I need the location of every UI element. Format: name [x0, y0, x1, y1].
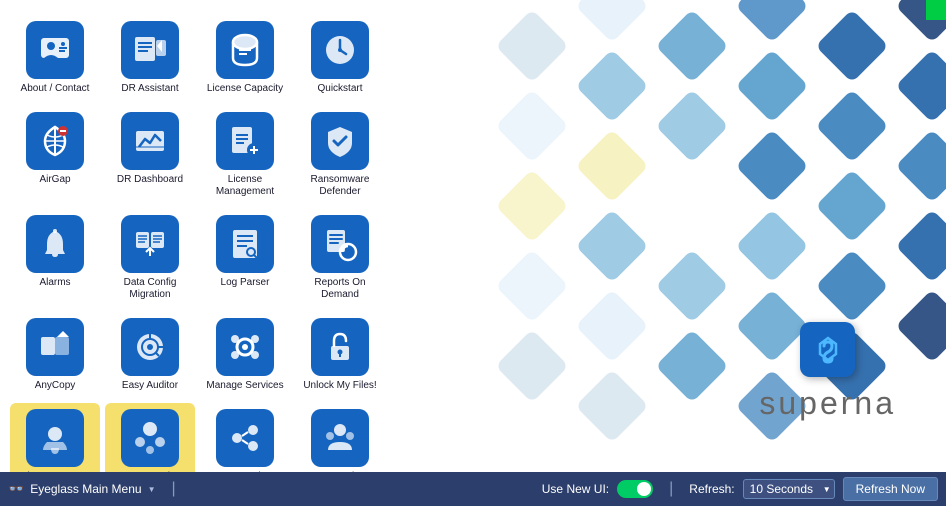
menu-item-quickstart[interactable]: Quickstart — [295, 15, 385, 101]
menu-item-ransomware-defender[interactable]: Ransomware Defender — [295, 106, 385, 204]
menu-label-license-capacity: License Capacity — [207, 83, 283, 95]
menu-label-quickstart: Quickstart — [317, 83, 362, 95]
menu-grid: About / Contact DR Assistant License Cap… — [5, 10, 405, 472]
superna-name: superna — [759, 385, 896, 422]
menu-label-log-parser: Log Parser — [221, 277, 270, 289]
menu-item-manage-services[interactable]: Manage Services — [200, 312, 290, 398]
menu-item-reports-on-demand[interactable]: Reports On Demand — [295, 209, 385, 307]
menu-label-data-config-migration: Data Config Migration — [109, 277, 191, 301]
superna-logo-icon — [800, 322, 855, 377]
dropdown-arrow-icon: ▼ — [148, 485, 156, 494]
menu-label-alarms: Alarms — [39, 277, 70, 289]
menu-item-easy-auditor[interactable]: Easy Auditor — [105, 312, 195, 398]
menu-label-airgap: AirGap — [39, 174, 70, 186]
green-badge — [926, 0, 946, 20]
menu-item-airgap[interactable]: AirGap — [10, 106, 100, 204]
bottom-bar: 👓 Eyeglass Main Menu ▼ | Use New UI: | R… — [0, 472, 946, 506]
menu-item-cluster-storage-usage[interactable]: Cluster Storage Usage — [10, 403, 100, 472]
right-panel: .dm { transform-origin: center center; } — [410, 0, 946, 472]
menu-item-license-management[interactable]: License Management — [200, 106, 290, 204]
menu-label-dr-assistant: DR Assistant — [121, 83, 178, 95]
left-panel: About / Contact DR Assistant License Cap… — [0, 0, 410, 472]
menu-item-unlock-my-files[interactable]: Unlock My Files! — [295, 312, 385, 398]
menu-label-anycopy: AnyCopy — [35, 380, 76, 392]
menu-label-reports-on-demand: Reports On Demand — [299, 277, 381, 301]
menu-label-easy-auditor: Easy Auditor — [122, 380, 178, 392]
menu-item-dr-dashboard[interactable]: DR Dashboard — [105, 106, 195, 204]
menu-item-user-roles[interactable]: User Roles — [295, 403, 385, 472]
glasses-icon: 👓 — [8, 481, 24, 497]
menu-label-unlock-my-files: Unlock My Files! — [303, 380, 376, 392]
menu-item-about-contact[interactable]: About / Contact — [10, 15, 100, 101]
menu-label-manage-services: Manage Services — [206, 380, 283, 392]
main-menu-label: Eyeglass Main Menu — [30, 482, 141, 496]
menu-item-anycopy[interactable]: AnyCopy — [10, 312, 100, 398]
menu-item-log-parser[interactable]: Log Parser — [200, 209, 290, 307]
use-new-ui-toggle[interactable] — [617, 480, 653, 498]
menu-item-data-config-migration[interactable]: Data Config Migration — [105, 209, 195, 307]
menu-label-license-management: License Management — [204, 174, 286, 198]
menu-item-dr-assistant[interactable]: DR Assistant — [105, 15, 195, 101]
main-menu-button[interactable]: 👓 Eyeglass Main Menu ▼ — [8, 481, 156, 497]
menu-label-about-contact: About / Contact — [21, 83, 90, 95]
menu-item-alarms[interactable]: Alarms — [10, 209, 100, 307]
superna-branding: superna — [759, 322, 896, 422]
menu-item-license-capacity[interactable]: License Capacity — [200, 15, 290, 101]
menu-item-inventory-view[interactable]: Inventory View — [105, 403, 195, 472]
refresh-label: Refresh: — [689, 482, 734, 496]
separator-1: | — [172, 480, 176, 498]
menu-label-dr-dashboard: DR Dashboard — [117, 174, 183, 186]
refresh-select-wrapper: 5 Seconds 10 Seconds 30 Seconds 60 Secon… — [743, 479, 835, 499]
separator-2: | — [669, 480, 673, 498]
use-new-ui-label: Use New UI: — [542, 482, 609, 496]
menu-label-ransomware-defender: Ransomware Defender — [299, 174, 381, 198]
menu-item-network-visualization[interactable]: Network Visualization — [200, 403, 290, 472]
refresh-interval-select[interactable]: 5 Seconds 10 Seconds 30 Seconds 60 Secon… — [743, 479, 835, 499]
bottom-bar-controls: Use New UI: | Refresh: 5 Seconds 10 Seco… — [542, 477, 938, 501]
refresh-now-button[interactable]: Refresh Now — [843, 477, 938, 501]
